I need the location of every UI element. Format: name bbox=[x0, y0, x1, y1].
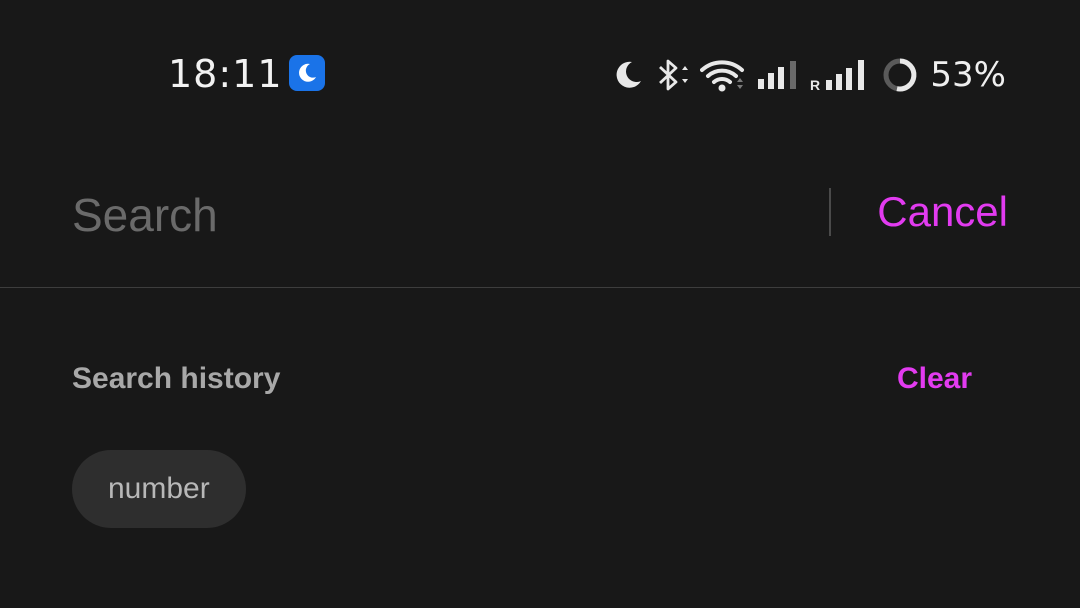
moon-icon bbox=[612, 59, 644, 91]
status-bar: 18:11 R 53% bbox=[0, 0, 1080, 150]
header-divider bbox=[0, 287, 1080, 288]
search-bar: Cancel bbox=[0, 150, 1080, 287]
cancel-button[interactable]: Cancel bbox=[877, 188, 1008, 236]
signal-icon bbox=[756, 59, 800, 91]
battery-percent: 53% bbox=[930, 55, 1006, 95]
moon-badge-icon bbox=[289, 55, 325, 91]
roaming-signal-icon: R bbox=[810, 58, 872, 92]
search-input[interactable] bbox=[72, 182, 802, 248]
search-divider bbox=[829, 188, 831, 236]
history-chip[interactable]: number bbox=[72, 450, 246, 528]
roaming-label: R bbox=[810, 77, 820, 92]
search-screen: 18:11 R 53% Search Cancel Search history… bbox=[0, 0, 1080, 608]
search-history-heading: Search history bbox=[72, 362, 281, 395]
bluetooth-icon bbox=[654, 58, 690, 92]
clear-history-button[interactable]: Clear bbox=[897, 362, 972, 396]
wifi-icon bbox=[700, 58, 746, 92]
battery-ring-icon bbox=[882, 57, 918, 93]
status-time: 18:11 bbox=[168, 52, 283, 96]
status-icons: R 53% bbox=[612, 55, 1006, 95]
